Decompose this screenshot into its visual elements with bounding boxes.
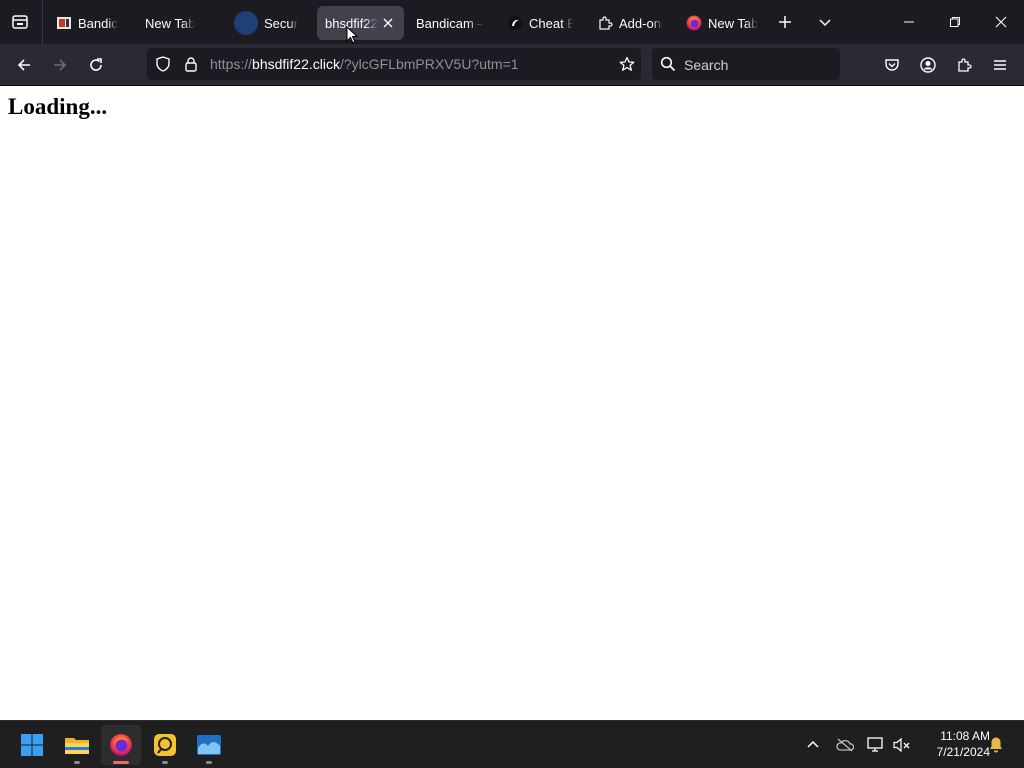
- loading-heading: Loading...: [8, 94, 108, 119]
- list-all-tabs-chevron-icon[interactable]: [811, 8, 839, 36]
- file-explorer-icon[interactable]: [57, 725, 97, 765]
- url-scheme: https://: [210, 56, 253, 72]
- tab-title: Cheat En: [529, 15, 573, 31]
- lock-icon[interactable]: [183, 56, 199, 72]
- firefox-view-icon[interactable]: [8, 10, 32, 34]
- tab-secure[interactable]: Secure D: [226, 6, 306, 40]
- puzzle-icon: [597, 15, 613, 31]
- onedrive-offline-icon[interactable]: [832, 731, 858, 759]
- cheat-engine-favicon: [507, 15, 523, 31]
- tab-bhsdfif22[interactable]: bhsdfif22: [317, 6, 404, 40]
- tab-separator: [42, 0, 43, 44]
- page-content: Loading...: [0, 86, 1024, 720]
- firefox-taskbar-icon[interactable]: [101, 725, 141, 765]
- pocket-icon[interactable]: [877, 50, 907, 80]
- new-tab-plus-icon[interactable]: [771, 8, 799, 36]
- url-domain: bhsdfif22.click: [252, 56, 340, 72]
- url-text[interactable]: https://bhsdfif22.click/?ylcGFLbmPRXV5U?…: [210, 56, 519, 72]
- hamburger-menu-icon[interactable]: [985, 50, 1015, 80]
- tab-add-ons[interactable]: Add-ons: [589, 6, 671, 40]
- show-hidden-icons-chevron-icon[interactable]: [800, 731, 826, 759]
- clock-date: 7/21/2024: [936, 745, 990, 759]
- tab-title: Add-ons: [619, 15, 663, 31]
- clock-time: 11:08 AM: [940, 729, 990, 743]
- back-arrow-icon[interactable]: [9, 50, 39, 80]
- tab-new-tab[interactable]: New Tab: [137, 6, 219, 40]
- tab-cheat-engine[interactable]: Cheat En: [499, 6, 581, 40]
- windows-taskbar: 11:08 AM 7/21/2024: [0, 720, 1024, 768]
- tab-title: Bandicam –: [416, 15, 484, 31]
- tab-bandicam-2[interactable]: Bandicam –: [408, 6, 492, 40]
- close-window-icon[interactable]: [978, 0, 1024, 44]
- bookmark-star-icon[interactable]: [619, 56, 635, 72]
- extensions-puzzle-icon[interactable]: [949, 50, 979, 80]
- search-bar[interactable]: [652, 48, 840, 80]
- account-icon[interactable]: [913, 50, 943, 80]
- search-input[interactable]: [682, 54, 836, 76]
- tracking-protection-shield-icon[interactable]: [155, 56, 171, 72]
- bandicam-taskbar-icon[interactable]: [145, 725, 185, 765]
- blue-circle-favicon: [234, 11, 258, 35]
- search-icon: [660, 56, 676, 72]
- running-indicator: [206, 761, 212, 764]
- tab-title: New Tab: [708, 15, 758, 31]
- ocean-app-taskbar-icon[interactable]: [189, 725, 229, 765]
- tab-title: Bandicam: [78, 15, 118, 31]
- reload-icon[interactable]: [81, 50, 111, 80]
- tab-title: New Tab: [145, 15, 196, 31]
- address-bar[interactable]: https://bhsdfif22.click/?ylcGFLbmPRXV5U?…: [147, 48, 641, 80]
- tab-bandicam[interactable]: Bandicam: [48, 6, 126, 40]
- navigation-toolbar: https://bhsdfif22.click/?ylcGFLbmPRXV5U?…: [0, 44, 1024, 86]
- close-tab-icon[interactable]: [380, 15, 396, 31]
- running-indicator: [74, 761, 80, 764]
- bandicam-favicon: [56, 15, 72, 31]
- windows-start-icon[interactable]: [12, 725, 52, 765]
- forward-arrow-icon[interactable]: [45, 50, 75, 80]
- tab-title: Secure D: [264, 15, 298, 31]
- running-indicator: [113, 761, 129, 764]
- network-icon[interactable]: [863, 731, 889, 759]
- running-indicator: [162, 761, 168, 764]
- restore-icon[interactable]: [932, 0, 978, 44]
- notification-bell-icon[interactable]: [983, 731, 1009, 759]
- firefox-favicon: [686, 15, 702, 31]
- url-path: /?ylcGFLbmPRXV5U?utm=1: [339, 56, 519, 72]
- tab-new-tab-firefox[interactable]: New Tab: [678, 6, 766, 40]
- tab-strip: Bandicam New Tab Secure D bhsdfif22 Band…: [0, 0, 1024, 44]
- minimize-icon[interactable]: [886, 0, 932, 44]
- volume-muted-icon[interactable]: [889, 731, 915, 759]
- system-clock[interactable]: 11:08 AM 7/21/2024: [918, 728, 990, 760]
